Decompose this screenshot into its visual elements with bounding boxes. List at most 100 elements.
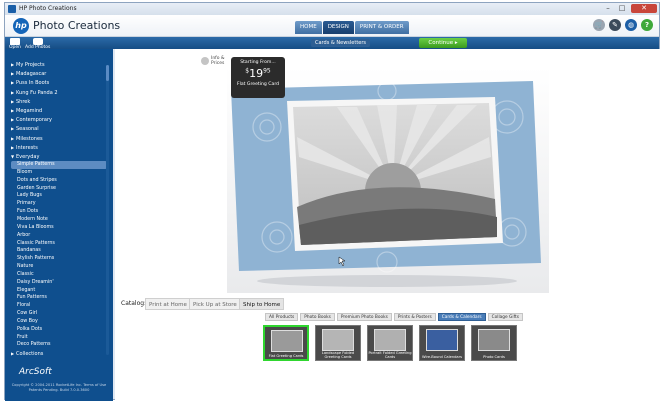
catalog-tab-print-at-home[interactable]: Print at Home [145,298,191,310]
sidebar: Open Add Photos ▶ My Projects ▶ Madagascar ▶… [5,38,113,401]
sidebar-subitem[interactable]: Nature [11,263,107,271]
card-preview-stage [227,67,549,293]
sidebar-subitem[interactable]: Polka Dots [11,326,107,334]
main-panel: Info & Prices Starting From... $1995 Fla… [115,49,661,401]
sidebar-subitem[interactable]: Classic [11,271,107,279]
add-photos-label: Add Photos [25,45,51,50]
cart-icon[interactable]: 🛒 [593,19,605,31]
sidebar-subitem[interactable]: Daisy Dreamin' [11,279,107,287]
sidebar-subitem[interactable]: Fruit [11,334,107,342]
product-tab[interactable]: All Products [265,313,299,321]
sidebar-subitem[interactable]: Garden Surprise [11,185,107,193]
sidebar-scroll-thumb[interactable] [106,65,109,81]
thumbnail-image [374,329,406,351]
product-tab[interactable]: Collage Gifts [487,313,523,321]
sidebar-subitem[interactable]: Viva La Blooms [11,224,107,232]
title-bar: HP Photo Creations – □ ✕ [5,3,659,15]
product-thumbnail[interactable]: Wire-Bound Calendars [419,325,465,361]
sidebar-subitem[interactable]: Elegant [11,287,107,295]
product-thumbnail[interactable]: Portrait Folded Greeting Cards [367,325,413,361]
thumbnail-image [322,329,354,351]
info-prices-link[interactable]: Info & Prices [211,56,229,66]
sidebar-category[interactable]: ▶ Madagascar [11,69,107,78]
product-thumbnail[interactable]: Landscape Folded Greeting Cards [315,325,361,361]
add-photos-button[interactable]: Add Photos [25,38,50,50]
product-thumbnail[interactable]: Flat Greeting Cards [263,325,309,361]
sidebar-category-label: Shrek [16,98,31,105]
card-preview[interactable] [227,67,549,293]
close-button[interactable]: ✕ [631,4,657,13]
thumbnail-image [478,329,510,351]
sidebar-subitem[interactable]: Classic Patterns [11,240,107,248]
product-tab[interactable]: Prints & Posters [393,313,436,321]
sidebar-subitem[interactable]: Fun Patterns [11,294,107,302]
sidebar-subitem[interactable]: Bandanas [11,247,107,255]
sidebar-category[interactable]: ▶ Puss In Boots [11,78,107,87]
help-tips-icon[interactable]: ✎ [609,19,621,31]
sidebar-subitem[interactable]: Arbor [11,232,107,240]
sidebar-subitem[interactable]: Dots and Stripes [11,177,107,185]
price-tooltip: Starting From... $1995 Flat Greeting Car… [231,57,285,98]
sidebar-category-label: Kung Fu Panda 2 [16,89,58,96]
product-tab[interactable]: Photo Books [300,313,335,321]
sidebar-subitem[interactable]: Modern Note [11,216,107,224]
card-shadow [257,275,517,287]
open-button[interactable]: Open [9,38,21,50]
continue-button[interactable]: Continue ▸ [419,38,467,48]
info-icon[interactable] [201,57,209,65]
sidebar-subitem[interactable]: Fun Dots [11,208,107,216]
sidebar-category[interactable]: ▶ Interests [11,143,107,152]
sidebar-category-label: Puss In Boots [16,80,50,87]
sidebar-category[interactable]: ▶ Kung Fu Panda 2 [11,88,107,97]
app-window: HP Photo Creations – □ ✕ hp Photo Creati… [4,2,661,401]
product-tab[interactable]: Premium Photo Books [336,313,392,321]
minimize-button[interactable]: – [601,4,615,13]
sidebar-category-label: Megamind [16,107,43,114]
sidebar-subitem[interactable]: Stylish Patterns [11,255,107,263]
sidebar-category[interactable]: ▶ Shrek [11,97,107,106]
product-tab[interactable]: Cards & Calendars [437,313,486,321]
sidebar-category[interactable]: ▶ Collections [11,349,107,358]
catalog-tab-ship-to-home[interactable]: Ship to Home [239,298,285,310]
sidebar-category[interactable]: ▶ Contemporary [11,115,107,124]
sidebar-category[interactable]: ▶ Milestones [11,134,107,143]
sidebar-tools: Open Add Photos [5,37,113,51]
sidebar-subitem[interactable]: Lady Bugs [11,192,107,200]
globe-icon[interactable]: ◍ [625,19,637,31]
sidebar-category[interactable]: ▶ My Projects [11,60,107,69]
product-thumbnails: Flat Greeting Cards Landscape Folded Gree… [263,325,517,363]
sidebar-category-label: Milestones [16,135,43,142]
sidebar-subitem[interactable]: Primary [11,200,107,208]
header-icons: 🛒 ✎ ◍? [593,19,653,31]
thumbnail-label: Flat Greeting Cards [268,354,304,358]
tab-design[interactable]: DESIGN [322,21,354,34]
sidebar-subitem[interactable]: Simple Patterns [11,161,107,169]
catalog-tab-pick-up-at-store[interactable]: Pick Up at Store [189,298,241,310]
tab-home[interactable]: HOME [295,21,322,34]
thumbnail-image [426,329,458,351]
catalog-label: Catalog: [121,300,147,307]
sidebar-subitem[interactable]: Deco Patterns [11,341,107,349]
sidebar-category[interactable]: ▼ Everyday [11,152,107,161]
sidebar-subitem[interactable]: Cow Boy [11,318,107,326]
category-list: ▶ My Projects ▶ Madagascar ▶ Puss In Boots ▶ Ku… [11,60,107,359]
sidebar-subitem[interactable]: Cow Girl [11,310,107,318]
thumbnail-label: Portrait Folded Greeting Cards [368,351,412,359]
sidebar-category[interactable]: ▶ Seasonal [11,124,107,133]
section-label: Cards & Newsletters [311,39,371,47]
sidebar-category-label: Madagascar [16,71,47,78]
product-thumbnail[interactable]: Photo Cards [471,325,517,361]
sidebar-subitem[interactable]: Floral [11,302,107,310]
question-icon[interactable]: ? [641,19,653,31]
open-label: Open [9,45,22,50]
maximize-button[interactable]: □ [615,4,629,13]
sidebar-subitem[interactable]: Bloom [11,169,107,177]
tab-print-order[interactable]: PRINT & ORDER [354,21,409,34]
sidebar-category[interactable]: ▶ Megamind [11,106,107,115]
window-title: HP Photo Creations [19,5,77,12]
catalog-row: Catalog: Print at Home Pick Up at Store … [115,297,661,311]
folder-icon [10,38,21,45]
sidebar-scrollbar[interactable] [106,65,109,355]
sidebar-category-label: Seasonal [16,126,39,133]
price-cents: 95 [263,67,271,75]
